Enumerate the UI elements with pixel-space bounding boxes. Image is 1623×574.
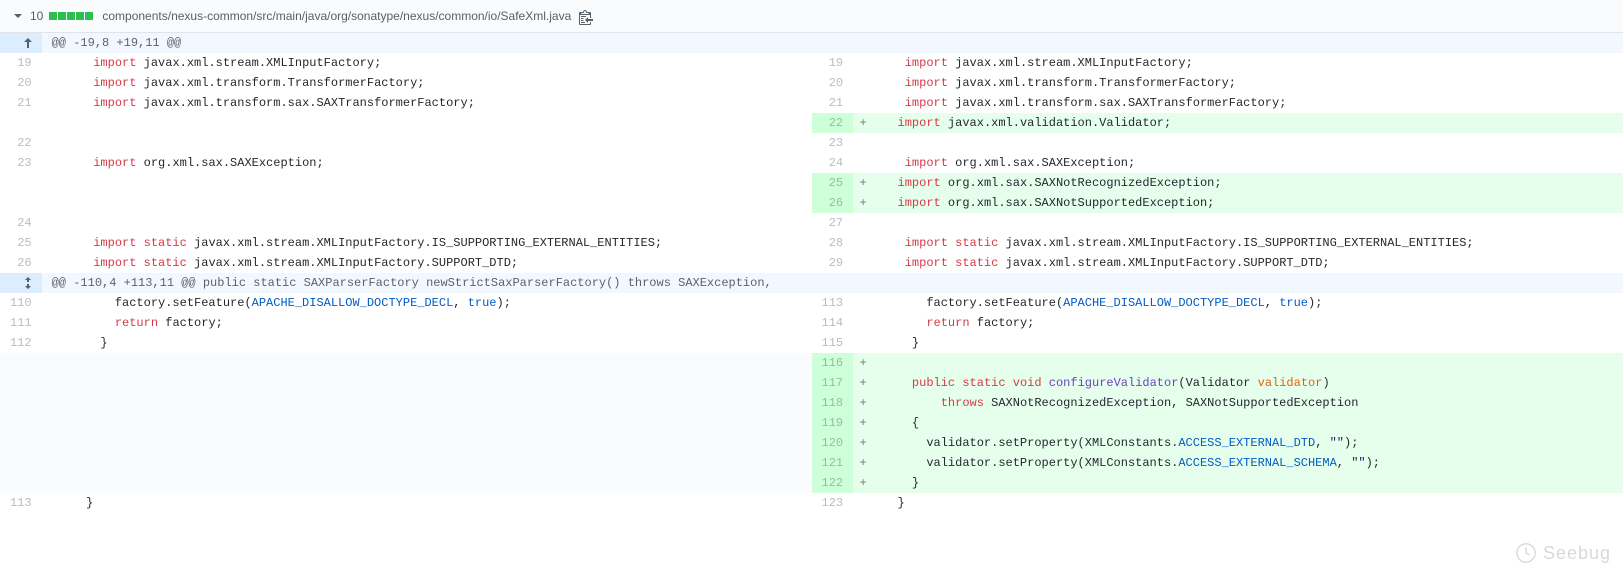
diff-line: 21 import javax.xml.transform.sax.SAXTra…: [0, 93, 1623, 113]
diff-line: 111 return factory; 114 return factory;: [0, 313, 1623, 333]
hunk-header: @@ -110,4 +113,11 @@ public static SAXPa…: [0, 273, 1623, 293]
diff-line: 122 + }: [0, 473, 1623, 493]
copy-icon[interactable]: [579, 9, 593, 23]
diff-line: 119 + {: [0, 413, 1623, 433]
watermark: Seebug: [1515, 542, 1611, 564]
diff-line-count: 10: [30, 9, 43, 23]
hunk-text: @@ -19,8 +19,11 @@: [42, 33, 1623, 53]
right-code: import javax.xml.stream.XMLInputFactory;: [873, 53, 1623, 73]
diff-line: 112 } 115 }: [0, 333, 1623, 353]
diff-stat-blocks: [49, 12, 94, 20]
diff-line: 19 import javax.xml.stream.XMLInputFacto…: [0, 53, 1623, 73]
diff-line: 22 23: [0, 133, 1623, 153]
expand-up-icon[interactable]: [0, 33, 42, 53]
diff-line: 116 +: [0, 353, 1623, 373]
diff-line: 26 import static javax.xml.stream.XMLInp…: [0, 253, 1623, 273]
chevron-down-icon[interactable]: [10, 8, 26, 24]
file-header: 10 components/nexus-common/src/main/java…: [0, 0, 1623, 33]
diff-line: 113 } 123 }: [0, 493, 1623, 513]
diff-line: 25 import static javax.xml.stream.XMLInp…: [0, 233, 1623, 253]
file-path[interactable]: components/nexus-common/src/main/java/or…: [102, 9, 571, 23]
diff-line: 120 + validator.setProperty(XMLConstants…: [0, 433, 1623, 453]
hunk-text: @@ -110,4 +113,11 @@ public static SAXPa…: [42, 273, 1623, 293]
diff-line: 24 27: [0, 213, 1623, 233]
right-line-num[interactable]: 19: [812, 53, 854, 73]
left-code: import javax.xml.stream.XMLInputFactory;: [62, 53, 812, 73]
diff-line: 26 + import org.xml.sax.SAXNotSupportedE…: [0, 193, 1623, 213]
diff-line: 110 factory.setFeature(APACHE_DISALLOW_D…: [0, 293, 1623, 313]
diff-line: 121 + validator.setProperty(XMLConstants…: [0, 453, 1623, 473]
diff-line: 23 import org.xml.sax.SAXException; 24 i…: [0, 153, 1623, 173]
diff-line: 118 + throws SAXNotRecognizedException, …: [0, 393, 1623, 413]
diff-line: 25 + import org.xml.sax.SAXNotRecognized…: [0, 173, 1623, 193]
diff-line: 20 import javax.xml.transform.Transforme…: [0, 73, 1623, 93]
diff-line: 22 + import javax.xml.validation.Validat…: [0, 113, 1623, 133]
hunk-header: @@ -19,8 +19,11 @@: [0, 33, 1623, 53]
left-line-num[interactable]: 19: [0, 53, 42, 73]
expand-icon[interactable]: [0, 273, 42, 293]
diff-line: 117 + public static void configureValida…: [0, 373, 1623, 393]
diff-table: @@ -19,8 +19,11 @@ 19 import javax.xml.s…: [0, 33, 1623, 513]
